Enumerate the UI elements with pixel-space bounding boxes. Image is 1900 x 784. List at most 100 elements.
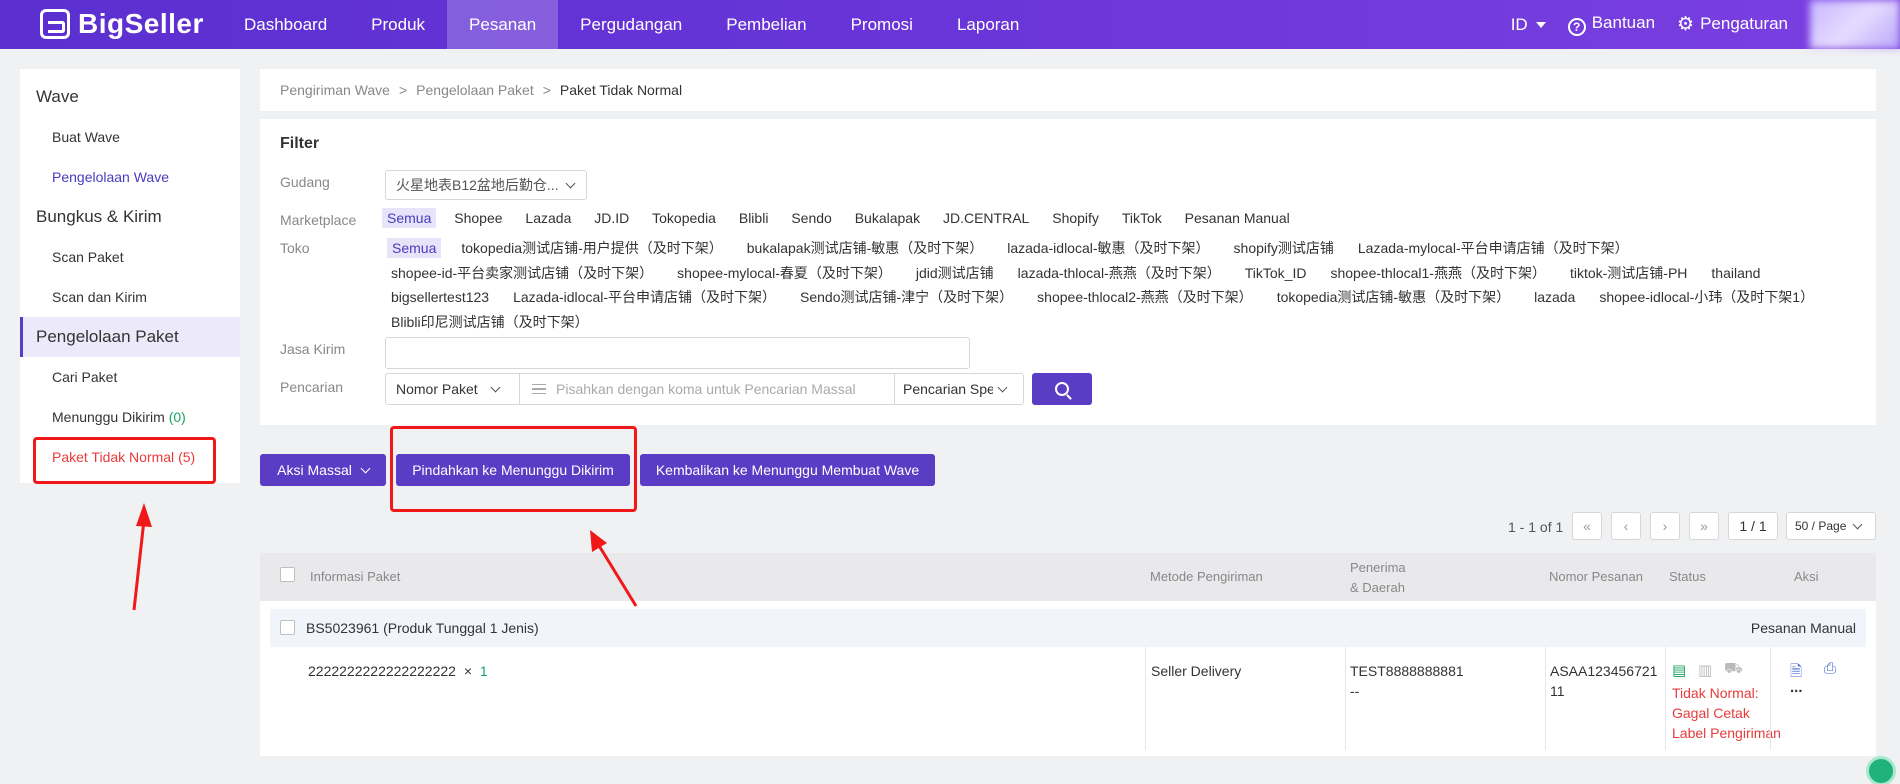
order-type: Pesanan Manual	[1750, 620, 1856, 636]
marketplace-chip-shopee[interactable]: Shopee	[449, 208, 507, 228]
pencarian-label: Pencarian	[280, 379, 344, 395]
search-type-select[interactable]: Nomor Paket	[385, 373, 520, 405]
sidebar-group-pengelolaan-paket[interactable]: Pengelolaan Paket	[36, 327, 179, 347]
column-divider	[1545, 647, 1546, 750]
store-chip[interactable]: tiktok-测试店铺-PH	[1570, 265, 1687, 281]
breadcrumb-pengelolaan-paket[interactable]: Pengelolaan Paket	[416, 82, 534, 98]
sidebar-item-pengelolaan-wave[interactable]: Pengelolaan Wave	[52, 169, 169, 185]
marketplace-chip-jdcentral[interactable]: JD.CENTRAL	[938, 208, 1034, 228]
nav-pesanan[interactable]: Pesanan	[447, 0, 559, 49]
order-number[interactable]: ASAA123456721	[1550, 663, 1657, 679]
help-link[interactable]: ? Bantuan	[1567, 13, 1655, 36]
store-chip[interactable]: bigsellertest123	[391, 289, 489, 305]
select-all-checkbox[interactable]	[280, 567, 295, 582]
marketplace-chip-blibli[interactable]: Blibli	[734, 208, 774, 228]
breadcrumb-pengiriman-wave[interactable]: Pengiriman Wave	[280, 82, 390, 98]
nav-pembelian[interactable]: Pembelian	[704, 0, 828, 49]
nav-produk[interactable]: Produk	[349, 0, 447, 49]
store-chip[interactable]: shopee-thlocal1-燕燕（及时下架）	[1330, 265, 1546, 281]
nav-promosi[interactable]: Promosi	[829, 0, 935, 49]
store-chip[interactable]: shopee-thlocal2-燕燕（及时下架）	[1037, 289, 1253, 305]
store-chip[interactable]: bukalapak测试店铺-敏惠（及时下架）	[747, 240, 984, 256]
print-icon[interactable]: ⎙	[1824, 660, 1836, 677]
store-chip[interactable]: shopee-idlocal-小玮（及时下架1）	[1599, 289, 1814, 305]
last-page-button[interactable]: »	[1689, 512, 1719, 540]
marketplace-chip-pesanan-manual[interactable]: Pesanan Manual	[1180, 208, 1295, 228]
search-button[interactable]	[1032, 373, 1092, 405]
status-line-1: Tidak Normal:	[1672, 685, 1759, 701]
settings-link[interactable]: ⚙ Pengaturan	[1677, 13, 1788, 36]
sidebar-item-buat-wave[interactable]: Buat Wave	[52, 129, 120, 145]
marketplace-chip-tokopedia[interactable]: Tokopedia	[647, 208, 721, 228]
store-chip[interactable]: jdid测试店铺	[916, 265, 994, 281]
store-chip[interactable]: lazada-thlocal-燕燕（及时下架）	[1018, 265, 1221, 281]
store-chip-semua[interactable]: Semua	[387, 238, 442, 258]
store-row-4: Blibli印尼测试店铺（及时下架）	[391, 312, 613, 332]
store-chip[interactable]: Blibli印尼测试店铺（及时下架）	[391, 314, 589, 330]
highlight-box-move-button	[390, 426, 637, 512]
highlight-box-sidebar	[33, 437, 216, 484]
language-selector[interactable]: ID	[1511, 15, 1546, 35]
nav-pergudangan[interactable]: Pergudangan	[558, 0, 704, 49]
store-chip[interactable]: lazada-idlocal-敏惠（及时下架）	[1007, 240, 1209, 256]
store-chip[interactable]: tokopedia测试店铺-敏惠（及时下架）	[1277, 289, 1510, 305]
prev-page-button[interactable]: ‹	[1611, 512, 1641, 540]
marketplace-chips: Semua Shopee Lazada JD.ID Tokopedia Blib…	[382, 208, 1304, 228]
nav-dashboard[interactable]: Dashboard	[222, 0, 349, 49]
table-body: BS5023961 (Produk Tunggal 1 Jenis) Pesan…	[260, 601, 1876, 756]
marketplace-chip-bukalapak[interactable]: Bukalapak	[850, 208, 925, 228]
sidebar-group-bungkus: Bungkus & Kirim	[36, 207, 162, 226]
chevron-down-icon	[1852, 519, 1863, 529]
row-checkbox[interactable]	[280, 620, 295, 635]
page-indicator[interactable]: 1 / 1	[1728, 512, 1778, 540]
store-chip[interactable]: shopee-mylocal-春夏（及时下架）	[677, 265, 892, 281]
table-row-detail: 2222222222222222222 × 1 Seller Delivery …	[270, 647, 1866, 750]
settings-label: Pengaturan	[1700, 14, 1788, 33]
return-to-wave-button[interactable]: Kembalikan ke Menunggu Membuat Wave	[640, 454, 935, 486]
next-page-button[interactable]: ›	[1650, 512, 1680, 540]
sidebar-group-wave: Wave	[36, 87, 79, 106]
store-chip[interactable]: TikTok_ID	[1245, 265, 1307, 281]
store-chip[interactable]: Lazada-mylocal-平台申请店铺（及时下架）	[1358, 240, 1629, 256]
search-input[interactable]: Pisahkan dengan koma untuk Pencarian Mas…	[519, 373, 895, 405]
header-informasi-paket: Informasi Paket	[310, 569, 401, 584]
chat-support-icon[interactable]	[1866, 756, 1896, 784]
sidebar-item-cari-paket[interactable]: Cari Paket	[52, 369, 117, 385]
sidebar-item-scan-paket[interactable]: Scan Paket	[52, 249, 124, 265]
nav-laporan[interactable]: Laporan	[935, 0, 1041, 49]
marketplace-chip-lazada[interactable]: Lazada	[520, 208, 576, 228]
per-page-select[interactable]: 50 / Page	[1786, 512, 1876, 540]
gudang-select[interactable]: 火星地表B12盆地后勤仓...	[385, 170, 587, 200]
table-header: Informasi Paket Metode Pengiriman Peneri…	[260, 553, 1876, 601]
package-id[interactable]: BS5023961 (Produk Tunggal 1 Jenis)	[306, 620, 539, 636]
bulk-action-label: Aksi Massal	[277, 462, 352, 478]
bulk-action-button[interactable]: Aksi Massal	[260, 454, 386, 486]
user-avatar[interactable]	[1810, 0, 1900, 49]
store-chip[interactable]: Sendo测试店铺-津宁（及时下架）	[800, 289, 1013, 305]
first-page-button[interactable]: «	[1572, 512, 1602, 540]
order-number-cont[interactable]: 11	[1550, 683, 1565, 699]
marketplace-chip-jdid[interactable]: JD.ID	[589, 208, 634, 228]
breadcrumb-separator: >	[398, 82, 408, 98]
sidebar-item-scan-kirim[interactable]: Scan dan Kirim	[52, 289, 147, 305]
store-chip[interactable]: lazada	[1534, 289, 1575, 305]
marketplace-chip-sendo[interactable]: Sendo	[786, 208, 836, 228]
store-chip[interactable]: tokopedia测试店铺-用户提供（及时下架）	[461, 240, 722, 256]
brand-logo[interactable]: BigSeller	[40, 8, 204, 40]
gudang-value: 火星地表B12盆地后勤仓...	[396, 177, 559, 193]
sidebar-item-menunggu-dikirim[interactable]: Menunggu Dikirim (0)	[52, 409, 186, 425]
marketplace-chip-semua[interactable]: Semua	[382, 208, 437, 228]
jasa-kirim-input[interactable]	[385, 337, 970, 369]
chevron-down-icon	[490, 382, 501, 392]
marketplace-chip-shopify[interactable]: Shopify	[1047, 208, 1104, 228]
search-icon	[1055, 382, 1069, 396]
breadcrumb: Pengiriman Wave > Pengelolaan Paket > Paket …	[260, 69, 1876, 111]
more-actions-icon[interactable]: ...	[1790, 679, 1803, 696]
store-chip[interactable]: shopee-id-平台卖家测试店铺（及时下架）	[391, 265, 653, 281]
store-chip[interactable]: thailand	[1711, 265, 1760, 281]
search-mode-value: Pencarian Spe	[903, 381, 993, 397]
store-chip[interactable]: Lazada-idlocal-平台申请店铺（及时下架）	[513, 289, 776, 305]
store-chip[interactable]: shopify测试店铺	[1234, 240, 1334, 256]
search-mode-select[interactable]: Pencarian Spe	[894, 373, 1024, 405]
marketplace-chip-tiktok[interactable]: TikTok	[1117, 208, 1167, 228]
